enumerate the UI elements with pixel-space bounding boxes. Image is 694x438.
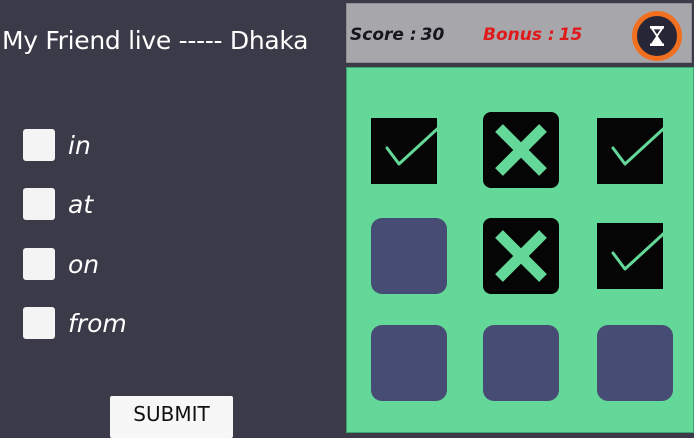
hourglass-icon [650,26,664,46]
option-checkbox[interactable] [23,188,55,220]
question-text: My Friend live ----- Dhaka [2,26,309,55]
board-cell-9[interactable] [597,325,673,401]
option-at[interactable]: at [23,187,93,221]
option-checkbox[interactable] [23,129,55,161]
game-board [346,67,694,433]
option-label: at [68,189,94,219]
submit-button[interactable]: SUBMIT [110,396,233,438]
bonus-display: Bonus :15 [483,25,582,45]
score-display: Score :30 [350,25,444,45]
option-on[interactable]: on [23,247,99,281]
option-checkbox[interactable] [23,248,55,280]
board-cell-6[interactable] [597,223,675,289]
question-panel: My Friend live ----- Dhaka in at on from… [0,0,346,438]
option-in[interactable]: in [23,128,91,162]
check-mark-icon [611,118,675,166]
bonus-label: Bonus : [483,25,555,45]
option-label: on [68,249,100,279]
cross-mark-icon [495,124,547,176]
cross-mark-icon [495,230,547,282]
board-cell-8[interactable] [483,325,559,401]
bonus-value: 15 [558,25,583,45]
check-mark-icon [611,223,675,271]
board-cell-1[interactable] [371,118,449,184]
board-cell-7[interactable] [371,325,447,401]
board-cell-5[interactable] [483,218,559,294]
score-label: Score : [350,25,417,45]
board-cell-4[interactable] [371,218,447,294]
score-bar: Score :30 Bonus :15 [346,3,692,63]
option-from[interactable]: from [23,306,127,340]
score-value: 30 [420,25,445,45]
board-cell-2[interactable] [483,112,559,188]
option-checkbox[interactable] [23,307,55,339]
board-cell-3[interactable] [597,118,675,184]
check-mark-icon [385,118,449,166]
option-label: from [68,308,127,338]
option-label: in [68,130,91,160]
timer [632,11,682,61]
